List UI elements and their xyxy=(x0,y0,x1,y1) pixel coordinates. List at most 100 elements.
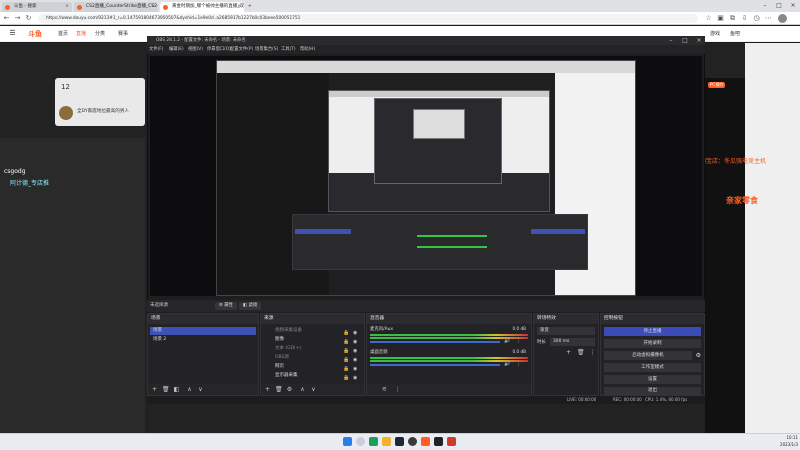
scene-filters-button[interactable]: ◧ xyxy=(173,386,180,393)
browser-tab-1[interactable]: 斗鱼 - 搜索 × xyxy=(2,2,72,12)
menu-help[interactable]: 帮助(H) xyxy=(300,45,315,54)
menu-view[interactable]: 视图(V) xyxy=(188,45,203,54)
move-down-button[interactable]: ∨ xyxy=(197,386,204,393)
menu-edit[interactable]: 编辑(E) xyxy=(169,45,184,54)
start-recording-button[interactable]: 开始录制 xyxy=(604,339,701,348)
nav-games[interactable]: 游戏 xyxy=(710,26,720,42)
menu-icon[interactable]: ☰ xyxy=(8,29,17,38)
obs-minimize-icon[interactable]: – xyxy=(664,36,678,45)
close-tab-icon[interactable]: × xyxy=(65,2,69,12)
obs-taskbar-icon[interactable] xyxy=(408,437,417,446)
remove-transition-button[interactable]: 🗑 xyxy=(577,349,585,356)
move-up-button[interactable]: ∧ xyxy=(186,386,193,393)
collections-icon[interactable]: ▣ xyxy=(716,14,725,23)
search-icon[interactable] xyxy=(356,437,365,446)
sources-footer: + 🗑 ⚙ ∧ ∨ xyxy=(261,384,364,395)
duration-input[interactable]: 300 ms xyxy=(550,338,595,346)
mixer-menu-icon[interactable]: ⋮ xyxy=(394,386,401,393)
mixer-footer: ⚟ ⋮ xyxy=(367,384,531,395)
advanced-audio-icon[interactable]: ⚟ xyxy=(381,386,388,393)
douyu-taskbar-icon[interactable] xyxy=(421,437,430,446)
close-tab-icon[interactable]: × xyxy=(151,2,155,12)
add-scene-button[interactable]: + xyxy=(151,386,158,393)
terminal-icon[interactable] xyxy=(434,437,443,446)
reload-icon[interactable]: ↻ xyxy=(24,14,33,23)
menu-scene-collection[interactable]: 场景集合(S) xyxy=(255,45,278,54)
remove-scene-button[interactable]: 🗑 xyxy=(162,386,170,393)
add-source-button[interactable]: + xyxy=(264,386,271,393)
favorites-icon[interactable]: ☆ xyxy=(704,14,713,23)
scene-item-2[interactable]: 场景 2 xyxy=(150,336,256,344)
channel-menu-icon[interactable]: ⋮ xyxy=(516,361,521,367)
settings-icon[interactable]: ⋯ xyxy=(764,14,773,23)
menu-tools[interactable]: 工具(T) xyxy=(281,45,296,54)
obs-close-icon[interactable]: × xyxy=(692,36,706,45)
sponsor-text: 亲家零食 xyxy=(726,196,758,205)
url-input[interactable]: https://www.douyu.com/9213#1_r=0.1475918… xyxy=(38,14,698,23)
nav-live[interactable]: 直播 xyxy=(76,26,86,42)
properties-button[interactable]: ⚙ 属性 xyxy=(215,302,237,310)
nav-fishbar[interactable]: 鱼吧 xyxy=(730,26,740,42)
channel-menu-icon[interactable]: ⋮ xyxy=(516,338,521,344)
app-icon[interactable] xyxy=(447,437,456,446)
forward-icon[interactable]: → xyxy=(13,14,22,23)
scene-item-1[interactable]: 场景 xyxy=(150,327,256,335)
menu-file[interactable]: 文件(F) xyxy=(149,45,163,54)
virtual-camera-settings-icon[interactable]: ⚙ xyxy=(696,352,701,359)
profile-avatar[interactable] xyxy=(778,14,787,23)
lock-icon[interactable]: 🔒 🔒 🔒 🔒 🔒 🔒 xyxy=(343,329,349,383)
filters-button[interactable]: ◧ 滤镜 xyxy=(239,302,262,310)
close-window-icon[interactable]: × xyxy=(786,0,800,12)
minimize-icon[interactable]: – xyxy=(758,0,772,12)
edge-browser-icon[interactable] xyxy=(369,437,378,446)
move-down-button[interactable]: ∨ xyxy=(310,386,317,393)
nested-middle-bar xyxy=(329,91,549,97)
start-icon[interactable] xyxy=(343,437,352,446)
browser-tab-3[interactable]: 黄金时期加_哪个被帅主播的直播_双 × xyxy=(160,2,244,12)
sources-dock: 来源 视频采集设备 图像 文本 (GDI+) OBS源 网页 显示器采集 ◉ ◉ ◉… xyxy=(260,313,365,396)
back-icon[interactable]: ← xyxy=(2,14,11,23)
transition-type-select[interactable]: 渐变 xyxy=(537,327,595,335)
extensions-icon[interactable]: ⧉ xyxy=(728,14,737,23)
tab-label: CS2直播_CounterStrike直播_CS2 xyxy=(86,4,158,9)
history-icon[interactable]: ◷ xyxy=(752,14,761,23)
settings-button[interactable]: 设置 xyxy=(604,375,701,384)
rec-status: REC: 00:00:00 xyxy=(613,397,642,402)
sources-title: 来源 xyxy=(261,314,364,324)
mute-speaker-icon[interactable]: 🔊 xyxy=(504,361,510,367)
source-settings-icon[interactable]: ⚙ xyxy=(286,386,293,393)
live-status: LIVE: 00:00:00 xyxy=(567,397,597,402)
transitions-dock: 转场特效 渐变 时长 300 ms + 🗑 ⋮ xyxy=(533,313,599,396)
streamer-avatar[interactable] xyxy=(59,106,73,120)
nav-events[interactable]: 赛事 xyxy=(118,26,128,42)
pc-box-badge[interactable]: PC预约 xyxy=(708,82,726,88)
stop-streaming-button[interactable]: 停止直播 xyxy=(604,327,701,336)
menu-docks[interactable]: 停靠窗口(D) xyxy=(207,45,231,54)
system-clock[interactable]: 10:11 2023/1/3 xyxy=(770,434,798,449)
douyu-logo[interactable]: 斗鱼 xyxy=(28,29,48,39)
steam-icon[interactable] xyxy=(395,437,404,446)
volume-slider[interactable] xyxy=(370,341,500,343)
streamer-tag: csgodg xyxy=(4,168,26,175)
nav-home[interactable]: 首页 xyxy=(58,26,68,42)
start-virtual-camera-button[interactable]: 启动虚拟摄像机 xyxy=(604,351,692,360)
visibility-eye-icon[interactable]: ◉ ◉ ◉ ◉ ◉ ◉ xyxy=(353,329,357,383)
transition-menu-icon[interactable]: ⋮ xyxy=(589,349,596,356)
clock-time: 10:11 xyxy=(786,435,798,440)
downloads-icon[interactable]: ⇩ xyxy=(740,14,749,23)
add-transition-button[interactable]: + xyxy=(565,349,572,356)
studio-mode-button[interactable]: 工作室模式 xyxy=(604,363,701,372)
new-tab-button[interactable]: + xyxy=(246,2,256,12)
volume-slider[interactable] xyxy=(370,364,500,366)
browser-tab-2[interactable]: CS2直播_CounterStrike直播_CS2 × xyxy=(74,2,158,12)
remove-source-button[interactable]: 🗑 xyxy=(275,386,283,393)
file-explorer-icon[interactable] xyxy=(382,437,391,446)
maximize-icon[interactable]: □ xyxy=(772,0,786,12)
nav-category[interactable]: 分类 xyxy=(95,26,105,42)
exit-button[interactable]: 退出 xyxy=(604,387,701,395)
obs-maximize-icon[interactable]: □ xyxy=(678,36,692,45)
move-up-button[interactable]: ∧ xyxy=(299,386,306,393)
menu-profile[interactable]: 配置文件(P) xyxy=(230,45,253,54)
mute-speaker-icon[interactable]: 🔊 xyxy=(504,338,510,344)
close-tab-icon[interactable]: × xyxy=(237,2,241,12)
